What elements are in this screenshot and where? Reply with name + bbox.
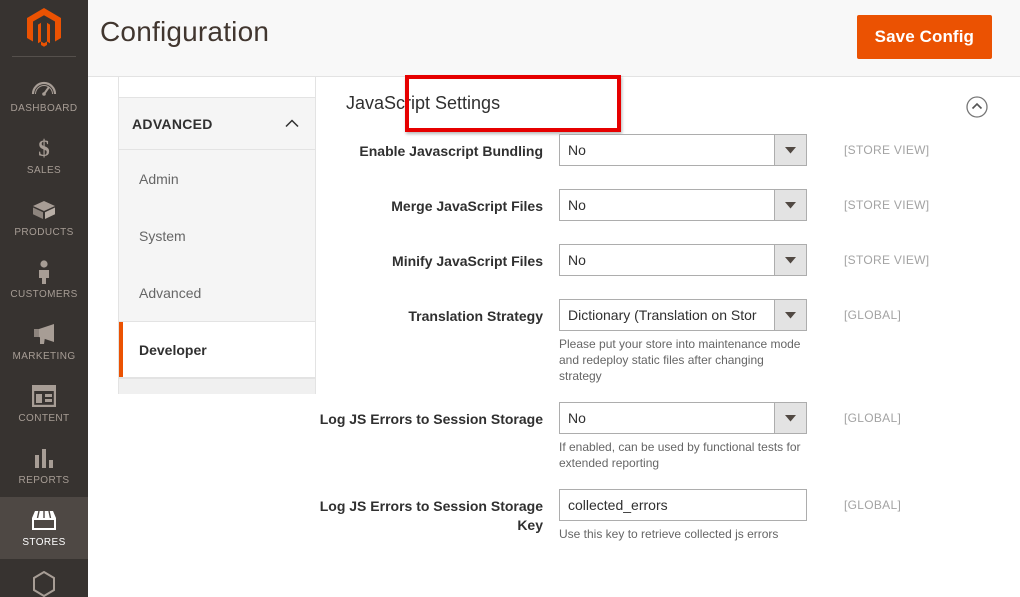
magento-admin-page: DASHBOARD $ SALES PRODUCTS CUSTOMERS MAR… (0, 0, 1020, 597)
config-nav-item-label: System (139, 227, 186, 244)
field-scope-label: [STORE VIEW] (844, 253, 930, 267)
chevron-down-icon[interactable] (774, 402, 807, 434)
config-nav-group-label: ADVANCED (132, 115, 213, 132)
magento-logo[interactable] (0, 0, 88, 56)
enable-javascript-bundling-select[interactable]: No (559, 134, 807, 166)
sidebar-item-dashboard[interactable]: DASHBOARD (0, 63, 88, 125)
field-control: Use this key to retrieve collected js er… (559, 489, 809, 542)
config-nav-item-system[interactable]: System (119, 207, 315, 264)
field-row: Log JS Errors to Session Storage Key Use… (316, 489, 1020, 542)
field-scope-label: [GLOBAL] (844, 308, 902, 322)
sidebar-item-content[interactable]: CONTENT (0, 373, 88, 435)
page-body: ADVANCED Admin System Advanced Developer… (88, 75, 1020, 597)
select-value[interactable]: No (559, 189, 774, 221)
config-nav-item-label: Admin (139, 170, 179, 187)
field-row: Enable Javascript Bundling No [STORE VIE… (316, 134, 1020, 166)
javascript-settings-section: JavaScript Settings Enable Javascript Bu… (316, 75, 1020, 597)
storefront-icon (30, 507, 58, 533)
save-config-button[interactable]: Save Config (856, 15, 992, 59)
chevron-down-icon[interactable] (774, 244, 807, 276)
field-label: Translation Strategy (408, 308, 543, 324)
log-js-errors-to-session-storage-select[interactable]: No (559, 402, 807, 434)
select-value[interactable]: No (559, 134, 774, 166)
config-nav-item-label: Developer (139, 341, 207, 358)
chevron-down-icon[interactable] (774, 134, 807, 166)
section-header: JavaScript Settings (316, 75, 1020, 134)
field-note: Please put your store into maintenance m… (559, 337, 801, 383)
merge-javascript-files-select[interactable]: No (559, 189, 807, 221)
page-header: Configuration Save Config (88, 0, 1020, 77)
field-scope-label: [STORE VIEW] (844, 198, 930, 212)
magento-logo-icon (27, 8, 61, 47)
chevron-up-icon (285, 115, 299, 133)
minify-javascript-files-select[interactable]: No (559, 244, 807, 276)
field-scope-label: [STORE VIEW] (844, 143, 930, 157)
config-nav-bottom-strip (119, 378, 315, 394)
sidebar-item-products[interactable]: PRODUCTS (0, 187, 88, 249)
field-label: Minify JavaScript Files (392, 253, 543, 269)
page-title: Configuration (100, 16, 270, 47)
config-nav-top-strip (119, 77, 315, 98)
sidebar-item-reports[interactable]: REPORTS (0, 435, 88, 497)
field-row: Translation Strategy Dictionary (Transla… (316, 299, 1020, 384)
chevron-down-icon[interactable] (774, 299, 807, 331)
field-note: Use this key to retrieve collected js er… (559, 527, 779, 541)
field-scope-label: [GLOBAL] (844, 498, 902, 512)
sidebar-item-label: CONTENT (18, 413, 70, 424)
configuration-nav: ADVANCED Admin System Advanced Developer (118, 77, 316, 394)
select-value[interactable]: No (559, 402, 774, 434)
select-value[interactable]: No (559, 244, 774, 276)
config-nav-item-developer[interactable]: Developer (119, 321, 315, 378)
translation-strategy-select[interactable]: Dictionary (Translation on Stor (559, 299, 807, 331)
dollar-sign-icon: $ (34, 135, 54, 161)
sidebar-item-label: SALES (26, 165, 62, 176)
field-label: Log JS Errors to Session Storage Key (319, 498, 543, 533)
sidebar-item-label: PRODUCTS (14, 227, 74, 238)
field-row: Minify JavaScript Files No [STORE VIEW] (316, 244, 1020, 276)
dashboard-gauge-icon (31, 73, 57, 99)
field-row: Log JS Errors to Session Storage No If e… (316, 402, 1020, 471)
field-note: If enabled, can be used by functional te… (559, 440, 801, 470)
box-package-icon (31, 197, 57, 223)
config-nav-item-admin[interactable]: Admin (119, 150, 315, 207)
field-control: No (559, 189, 809, 221)
sidebar-item-label: REPORTS (18, 475, 70, 486)
sidebar-item-label: CUSTOMERS (10, 289, 78, 300)
config-nav-group-advanced[interactable]: ADVANCED (119, 98, 315, 150)
sidebar-item-system[interactable] (0, 559, 88, 597)
sidebar-item-marketing[interactable]: MARKETING (0, 311, 88, 373)
select-value[interactable]: Dictionary (Translation on Stor (559, 299, 774, 331)
config-nav-items: Admin System Advanced Developer (119, 150, 315, 378)
bar-chart-icon (33, 445, 55, 471)
sidebar-divider (12, 56, 76, 57)
svg-text:$: $ (38, 136, 50, 160)
sidebar-item-label: DASHBOARD (10, 103, 78, 114)
hexagon-system-icon (32, 571, 56, 597)
field-control: No If enabled, can be used by functional… (559, 402, 809, 471)
config-nav-item-label: Advanced (139, 284, 202, 301)
sidebar-item-label: STORES (22, 537, 66, 548)
sidebar-item-sales[interactable]: $ SALES (0, 125, 88, 187)
field-row: Merge JavaScript Files No [STORE VIEW] (316, 189, 1020, 221)
field-control: No (559, 244, 809, 276)
sidebar-item-stores[interactable]: STORES (0, 497, 88, 559)
sidebar-item-label: MARKETING (12, 351, 76, 362)
log-js-errors-to-session-storage-key-input[interactable] (559, 489, 807, 521)
admin-sidebar: DASHBOARD $ SALES PRODUCTS CUSTOMERS MAR… (0, 0, 88, 597)
field-label: Log JS Errors to Session Storage (319, 411, 543, 427)
circled-chevron-up-icon[interactable] (966, 96, 988, 118)
field-label: Enable Javascript Bundling (359, 143, 543, 159)
chevron-down-icon[interactable] (774, 189, 807, 221)
megaphone-icon (31, 321, 57, 347)
person-icon (35, 259, 53, 285)
field-control: No (559, 134, 809, 166)
section-title: JavaScript Settings (346, 93, 501, 113)
field-control: Dictionary (Translation on Stor Please p… (559, 299, 809, 384)
field-scope-label: [GLOBAL] (844, 411, 902, 425)
config-nav-item-advanced[interactable]: Advanced (119, 264, 315, 321)
field-label: Merge JavaScript Files (391, 198, 543, 214)
sidebar-item-customers[interactable]: CUSTOMERS (0, 249, 88, 311)
layout-panel-icon (32, 383, 56, 409)
